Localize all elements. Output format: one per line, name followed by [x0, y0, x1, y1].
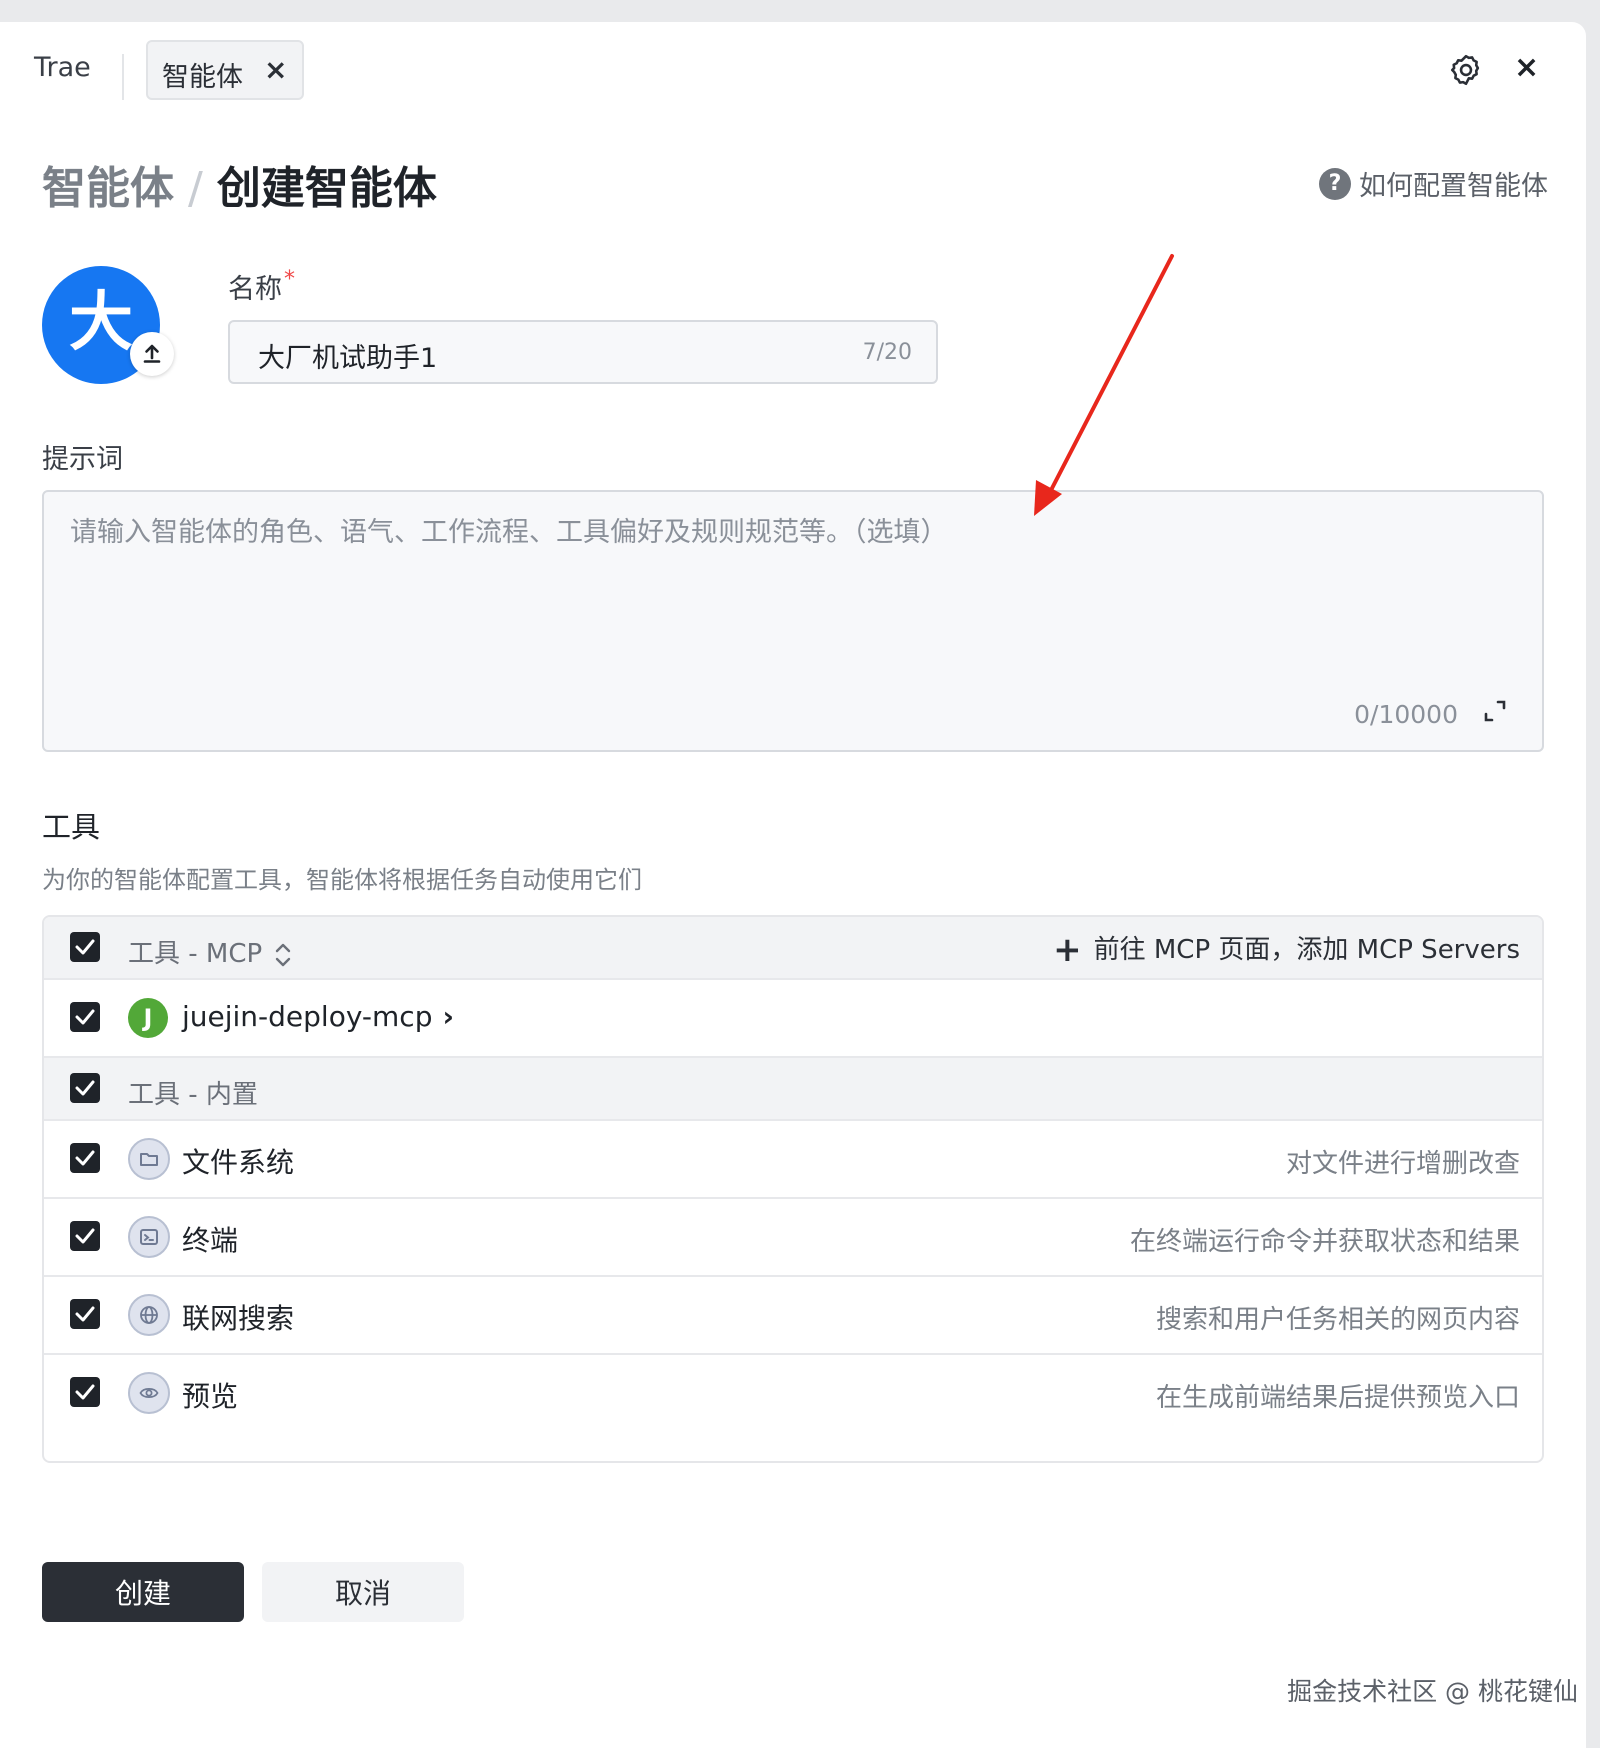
prompt-placeholder: 请输入智能体的角色、语气、工作流程、工具偏好及规则规范等。（选填） — [70, 517, 948, 548]
tab-agent[interactable]: 智能体 × — [146, 40, 304, 100]
mcp-server-name[interactable]: juejin-deploy-mcp › — [182, 1000, 454, 1033]
mcp-item-checkbox[interactable] — [70, 1002, 100, 1032]
mcp-server-name-text: juejin-deploy-mcp — [182, 1000, 433, 1033]
add-mcp-link-text: 前往 MCP 页面，添加 MCP Servers — [1093, 935, 1520, 965]
help-link[interactable]: ? 如何配置智能体 — [1319, 164, 1548, 203]
tool-checkbox[interactable] — [70, 1221, 100, 1251]
page-title: 创建智能体 — [216, 163, 437, 214]
breadcrumb-separator: / — [188, 163, 203, 214]
watermark: 掘金技术社区 @ 桃花键仙 — [1287, 1677, 1578, 1706]
mcp-group-title: 工具 - MCP — [128, 933, 292, 970]
create-button[interactable]: 创建 — [42, 1562, 244, 1622]
tab-divider — [122, 54, 124, 100]
tool-name: 联网搜索 — [182, 1302, 295, 1335]
top-bar: Trae 智能体 × × — [0, 22, 1586, 142]
tool-group-mcp: 工具 - MCP + 前往 MCP 页面，添加 MCP Servers — [44, 917, 1542, 980]
mcp-group-checkbox[interactable] — [70, 932, 100, 962]
tool-checkbox[interactable] — [70, 1377, 100, 1407]
agent-create-panel: Trae 智能体 × × 智能体 / 创建智能体 ? 如何配置智能体 大 名称* 大… — [0, 22, 1586, 1748]
tool-row-terminal[interactable]: 终端 在终端运行命令并获取状态和结果 — [44, 1199, 1542, 1277]
terminal-icon — [128, 1216, 170, 1258]
builtin-group-checkbox[interactable] — [70, 1073, 100, 1103]
globe-icon — [128, 1294, 170, 1336]
builtin-group-title: 工具 - 内置 — [128, 1080, 258, 1110]
tool-description: 在终端运行命令并获取状态和结果 — [1129, 1227, 1520, 1257]
sort-icon[interactable] — [274, 942, 292, 968]
tool-name: 文件系统 — [182, 1146, 295, 1179]
eye-icon — [128, 1372, 170, 1414]
name-label: 名称* — [228, 267, 295, 306]
tool-description: 搜索和用户任务相关的网页内容 — [1155, 1305, 1520, 1335]
prompt-char-counter: 0/10000 — [1354, 700, 1458, 729]
tools-section-description: 为你的智能体配置工具，智能体将根据任务自动使用它们 — [42, 866, 642, 894]
prompt-textarea[interactable]: 请输入智能体的角色、语气、工作流程、工具偏好及规则规范等。（选填） 0/1000… — [42, 490, 1544, 752]
folder-icon — [128, 1138, 170, 1180]
app-name: Trae — [34, 52, 91, 83]
breadcrumb: 智能体 / 创建智能体 — [42, 152, 437, 216]
breadcrumb-parent[interactable]: 智能体 — [42, 163, 174, 214]
close-icon[interactable]: × — [1514, 50, 1539, 85]
required-mark: * — [284, 267, 295, 292]
help-link-text: 如何配置智能体 — [1359, 171, 1548, 202]
upload-icon[interactable] — [130, 332, 174, 376]
tool-description: 在生成前端结果后提供预览入口 — [1155, 1383, 1520, 1413]
mcp-server-avatar: J — [128, 998, 168, 1038]
tools-table: 工具 - MCP + 前往 MCP 页面，添加 MCP Servers J jue… — [42, 915, 1544, 1463]
tool-checkbox[interactable] — [70, 1143, 100, 1173]
add-mcp-link[interactable]: + 前往 MCP 页面，添加 MCP Servers — [1053, 929, 1520, 970]
expand-icon[interactable] — [1480, 696, 1510, 726]
name-input[interactable]: 大厂机试助手1 7/20 — [228, 320, 938, 384]
tool-group-builtin: 工具 - 内置 — [44, 1058, 1542, 1121]
tab-label: 智能体 — [162, 62, 243, 93]
cancel-button[interactable]: 取消 — [262, 1562, 464, 1622]
help-icon: ? — [1319, 167, 1351, 200]
plus-icon: + — [1053, 930, 1082, 970]
gear-icon[interactable] — [1448, 52, 1484, 88]
name-char-counter: 7/20 — [862, 340, 912, 365]
tool-row-web-search[interactable]: 联网搜索 搜索和用户任务相关的网页内容 — [44, 1277, 1542, 1355]
name-input-value: 大厂机试助手1 — [258, 343, 438, 374]
mcp-group-title-text: 工具 - MCP — [128, 939, 263, 969]
chevron-right-icon: › — [442, 1000, 455, 1033]
tab-close-icon[interactable]: × — [264, 53, 287, 86]
tool-row-filesystem[interactable]: 文件系统 对文件进行增删改查 — [44, 1121, 1542, 1199]
tools-section-title: 工具 — [42, 810, 101, 844]
prompt-label: 提示词 — [42, 444, 123, 475]
tool-name: 预览 — [182, 1380, 239, 1413]
tool-checkbox[interactable] — [70, 1299, 100, 1329]
mcp-item-row[interactable]: J juejin-deploy-mcp › — [44, 980, 1542, 1058]
tool-name: 终端 — [182, 1224, 239, 1257]
tool-row-preview[interactable]: 预览 在生成前端结果后提供预览入口 — [44, 1355, 1542, 1433]
name-label-text: 名称 — [228, 274, 282, 305]
tool-description: 对文件进行增删改查 — [1285, 1149, 1520, 1179]
